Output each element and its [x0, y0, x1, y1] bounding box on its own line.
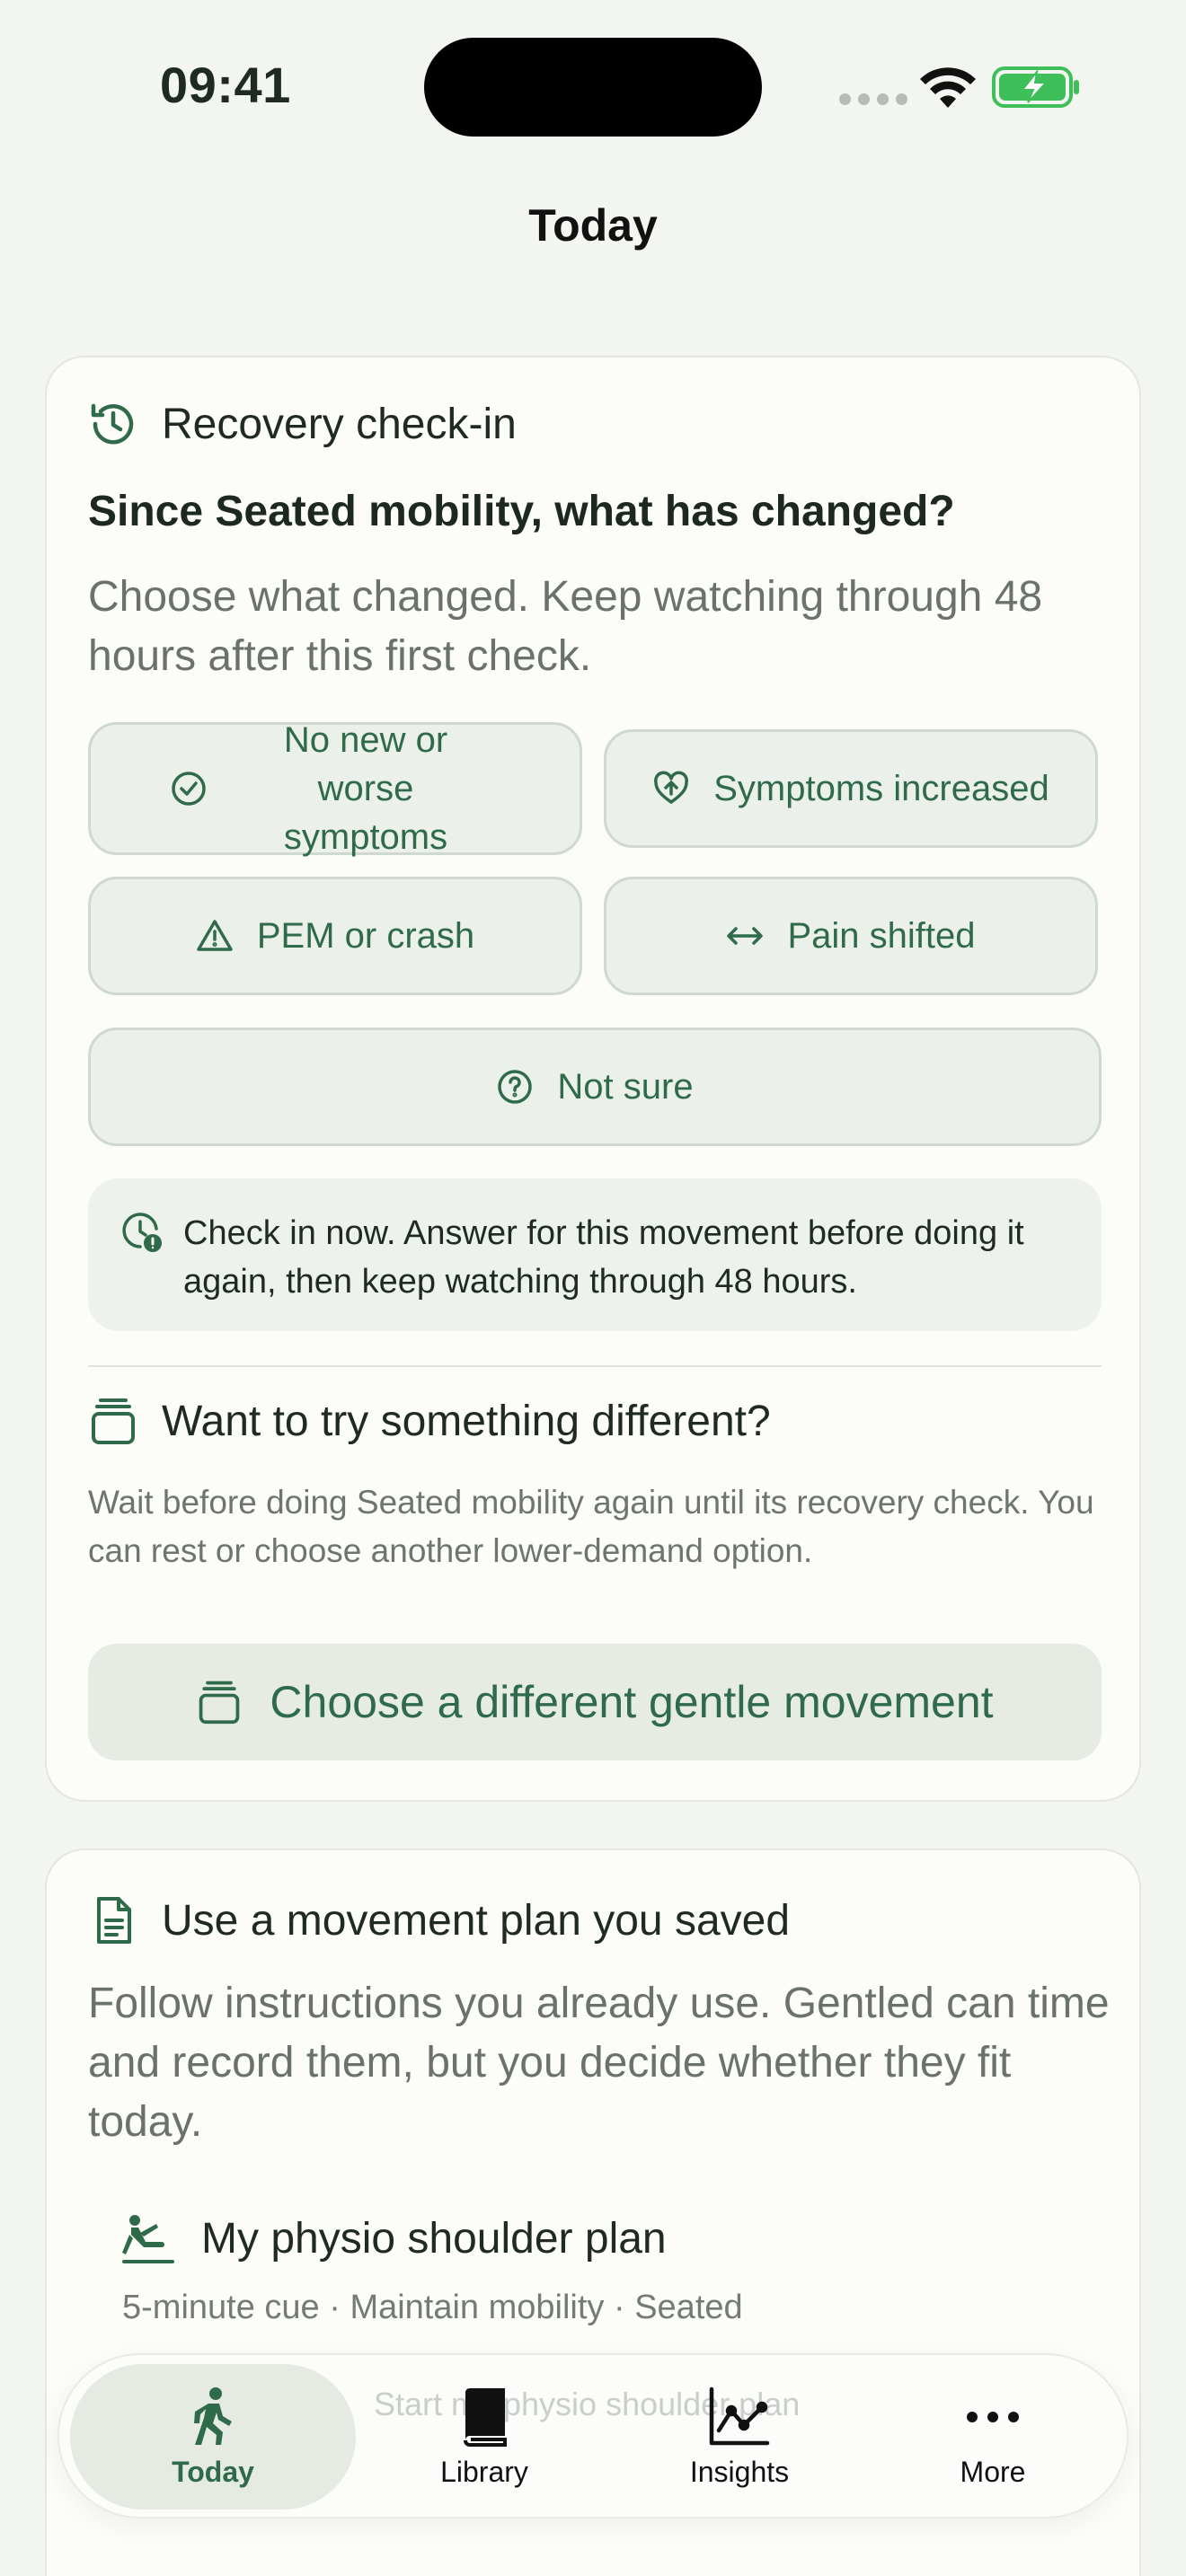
- dynamic-island: [424, 38, 762, 137]
- check-circle-icon: [172, 772, 206, 806]
- checkin-info-text: Check in now. Answer for this movement b…: [183, 1214, 1024, 1301]
- tab-insights[interactable]: Insights: [609, 2364, 870, 2510]
- option-label: No new or worse symptoms: [283, 720, 448, 857]
- tab-today[interactable]: Today: [70, 2364, 356, 2510]
- battery-charging-icon: [992, 66, 1079, 108]
- option-not-sure[interactable]: Not sure: [88, 1028, 1102, 1146]
- tab-more[interactable]: More: [863, 2364, 1123, 2510]
- alternative-header: Want to try something different?: [88, 1396, 771, 1446]
- ellipsis-icon: [967, 2411, 1019, 2422]
- signal-dots-icon: [839, 93, 907, 105]
- document-icon: [97, 1897, 131, 1944]
- tab-library-label: Library: [440, 2455, 528, 2488]
- tab-library[interactable]: Library: [354, 2364, 615, 2510]
- checkin-header-label: Recovery check-in: [162, 400, 517, 448]
- arrows-left-right-icon: [727, 927, 764, 945]
- clock-alert-icon: [122, 1213, 162, 1252]
- question-circle-icon: [498, 1070, 533, 1104]
- saved-plan-header-label: Use a movement plan you saved: [162, 1896, 791, 1945]
- heart-arrow-up-icon: [654, 771, 689, 804]
- option-pain-shifted[interactable]: Pain shifted: [604, 877, 1098, 995]
- wifi-icon: [920, 67, 976, 108]
- saved-plan-header: Use a movement plan you saved: [88, 1895, 790, 1945]
- option-label: PEM or crash: [256, 916, 475, 956]
- tab-bar: Start my physio shoulder plan Today Libr…: [58, 2353, 1128, 2519]
- status-time: 09:41: [160, 57, 291, 113]
- page-title: Today: [528, 200, 658, 251]
- option-no-new-symptoms[interactable]: No new or worse symptoms: [88, 720, 582, 857]
- history-icon: [91, 403, 134, 445]
- recovery-checkin-card: Recovery check-in Since Seated mobility,…: [45, 356, 1141, 1802]
- option-label: Pain shifted: [787, 916, 976, 956]
- choose-different-movement-button[interactable]: Choose a different gentle movement: [88, 1644, 1102, 1760]
- checkin-info-box: Check in now. Answer for this movement b…: [88, 1178, 1102, 1331]
- option-symptoms-increased[interactable]: Symptoms increased: [604, 729, 1098, 848]
- saved-plan-item[interactable]: My physio shoulder plan: [122, 2211, 667, 2265]
- option-label: Not sure: [557, 1067, 694, 1107]
- checkin-question: Since Seated mobility, what has changed?: [88, 488, 955, 535]
- divider: [88, 1365, 1102, 1367]
- book-icon: [464, 2387, 507, 2447]
- saved-plan-description: Follow instructions you already use. Gen…: [88, 1980, 1110, 2146]
- checkin-subtitle: Choose what changed. Keep watching throu…: [88, 573, 1043, 680]
- stretching-figure-icon: [122, 2215, 174, 2263]
- warning-triangle-icon: [197, 920, 233, 951]
- alternative-description: Wait before doing Seated mobility again …: [88, 1484, 1094, 1569]
- saved-plan-meta: 5-minute cue · Maintain mobility · Seate…: [122, 2289, 743, 2326]
- option-label: Symptoms increased: [713, 769, 1049, 808]
- walking-figure-icon: [194, 2386, 232, 2445]
- stack-icon: [92, 1398, 135, 1444]
- saved-plan-title: My physio shoulder plan: [201, 2214, 667, 2263]
- tab-today-label: Today: [172, 2455, 254, 2488]
- checkin-header: Recovery check-in: [88, 399, 517, 449]
- alternative-header-label: Want to try something different?: [162, 1397, 771, 1445]
- line-chart-icon: [709, 2386, 770, 2445]
- tab-more-label: More: [960, 2455, 1026, 2488]
- tab-insights-label: Insights: [689, 2455, 790, 2488]
- stack-icon: [199, 1681, 240, 1725]
- option-pem-or-crash[interactable]: PEM or crash: [88, 877, 582, 995]
- choose-different-movement-label: Choose a different gentle movement: [270, 1677, 994, 1727]
- status-bar: 09:41: [0, 0, 1186, 180]
